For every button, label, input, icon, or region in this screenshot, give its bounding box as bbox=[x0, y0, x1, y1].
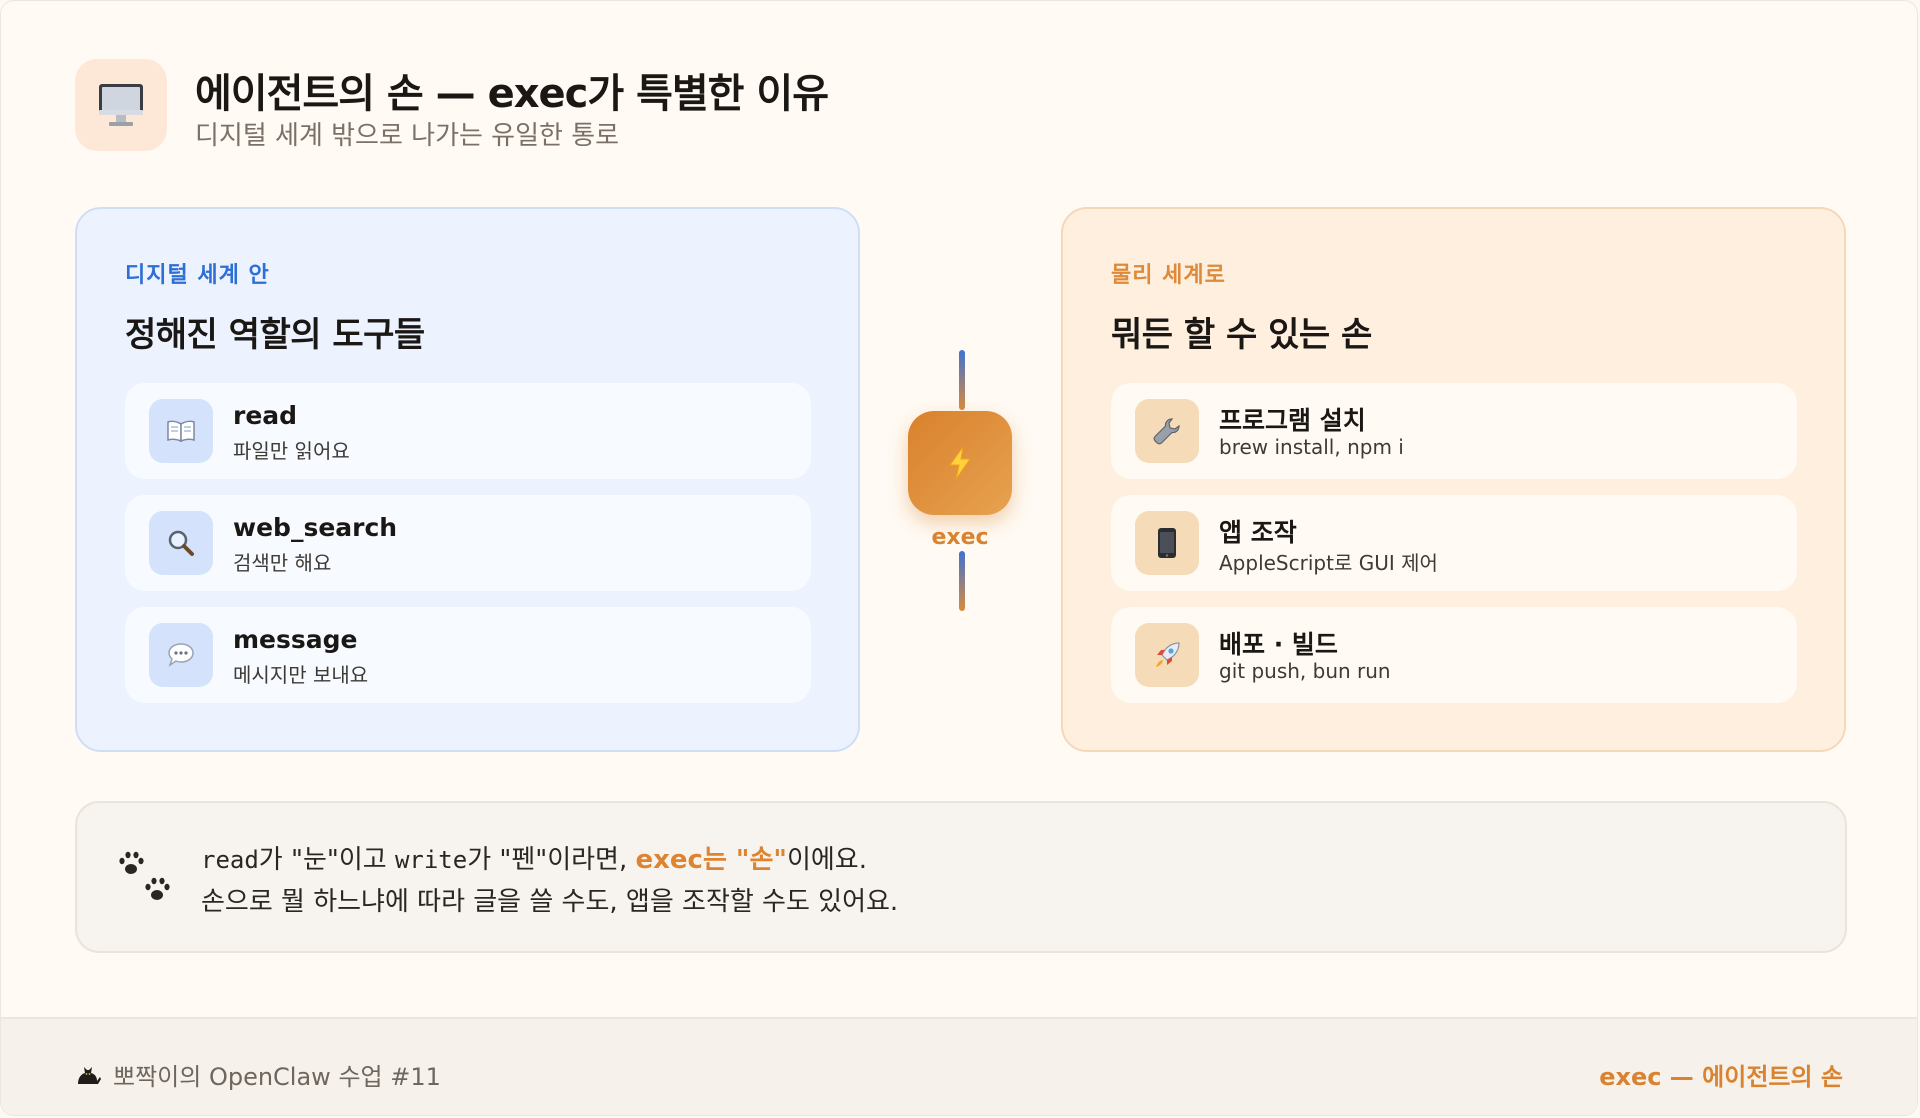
capability-item-install: 프로그램 설치 brew install, npm i bbox=[1111, 383, 1797, 479]
magnifier-icon bbox=[149, 511, 213, 575]
tool-item-title: web_search bbox=[233, 513, 398, 542]
footer-left: 뽀짝이의 OpenClaw 수업 #11 bbox=[75, 1057, 441, 1092]
capability-item-title: 프로그램 설치 bbox=[1219, 406, 1366, 435]
note-highlight: exec는 "손" bbox=[635, 845, 787, 875]
note-text: 가 "눈"이고 bbox=[258, 845, 395, 875]
exec-badge bbox=[908, 411, 1012, 515]
mobile-phone-icon bbox=[1135, 511, 1199, 575]
footer-series-label: 뽀짝이의 OpenClaw 수업 #11 bbox=[113, 1063, 441, 1091]
tool-item-read: read 파일만 읽어요 bbox=[125, 383, 811, 479]
lightning-bolt-icon bbox=[949, 446, 971, 480]
page-title: 에이전트의 손 — exec가 특별한 이유 bbox=[195, 71, 829, 117]
connector-line-bottom bbox=[959, 551, 965, 611]
tool-item-message: message 메시지만 보내요 bbox=[125, 607, 811, 703]
paw-prints-icon bbox=[115, 847, 179, 911]
note-text: 이에요. bbox=[786, 845, 867, 875]
capability-item-desc: git push, bun run bbox=[1219, 659, 1391, 683]
tool-item-title: message bbox=[233, 625, 358, 654]
capability-item-title: 배포 · 빌드 bbox=[1219, 630, 1338, 659]
wrench-icon bbox=[1135, 399, 1199, 463]
tool-item-web-search: web_search 검색만 해요 bbox=[125, 495, 811, 591]
digital-world-panel: 디지털 세계 안 정해진 역할의 도구들 read 파일만 읽어요 web_se… bbox=[75, 207, 860, 752]
tool-item-desc: 검색만 해요 bbox=[233, 551, 332, 575]
slide-frame: 에이전트의 손 — exec가 특별한 이유 디지털 세계 밖으로 나가는 유일… bbox=[0, 0, 1918, 1116]
panel-heading: 뭐든 할 수 있는 손 bbox=[1111, 315, 1372, 355]
note-line-1: read가 "눈"이고 write가 "펜"이라면, exec는 "손"이에요. bbox=[201, 839, 867, 876]
connector-line-top bbox=[959, 350, 965, 410]
capability-item-desc: brew install, npm i bbox=[1219, 435, 1404, 459]
tool-item-desc: 메시지만 보내요 bbox=[233, 663, 369, 687]
exec-label: exec bbox=[931, 525, 989, 550]
capability-item-desc: AppleScript로 GUI 제어 bbox=[1219, 551, 1438, 575]
note-line-2: 손으로 뭘 하느냐에 따라 글을 쓸 수도, 앱을 조작할 수도 있어요. bbox=[201, 887, 899, 917]
page-subtitle: 디지털 세계 밖으로 나가는 유일한 통로 bbox=[195, 121, 620, 151]
tool-item-title: read bbox=[233, 401, 298, 430]
physical-world-panel: 물리 세계로 뭐든 할 수 있는 손 프로그램 설치 brew install,… bbox=[1061, 207, 1846, 752]
footer-topic-label: exec — 에이전트의 손 bbox=[1599, 1063, 1843, 1091]
capability-item-app-control: 앱 조작 AppleScript로 GUI 제어 bbox=[1111, 495, 1797, 591]
speech-bubble-icon bbox=[149, 623, 213, 687]
desktop-computer-icon bbox=[75, 59, 167, 151]
note-text: 가 "펜"이라면, bbox=[467, 845, 636, 875]
panel-kicker: 디지털 세계 안 bbox=[125, 263, 270, 288]
capability-item-title: 앱 조작 bbox=[1219, 518, 1297, 547]
tool-item-desc: 파일만 읽어요 bbox=[233, 439, 350, 463]
panel-heading: 정해진 역할의 도구들 bbox=[125, 315, 425, 355]
summary-note: read가 "눈"이고 write가 "펜"이라면, exec는 "손"이에요.… bbox=[75, 801, 1847, 953]
rocket-icon bbox=[1135, 623, 1199, 687]
capability-item-deploy: 배포 · 빌드 git push, bun run bbox=[1111, 607, 1797, 703]
open-book-icon bbox=[149, 399, 213, 463]
black-cat-icon bbox=[78, 1066, 101, 1084]
footer: 뽀짝이의 OpenClaw 수업 #11 exec — 에이전트의 손 bbox=[1, 1017, 1917, 1115]
panel-kicker: 물리 세계로 bbox=[1111, 263, 1226, 288]
note-code-read: read bbox=[201, 846, 259, 874]
note-code-write: write bbox=[394, 846, 468, 874]
